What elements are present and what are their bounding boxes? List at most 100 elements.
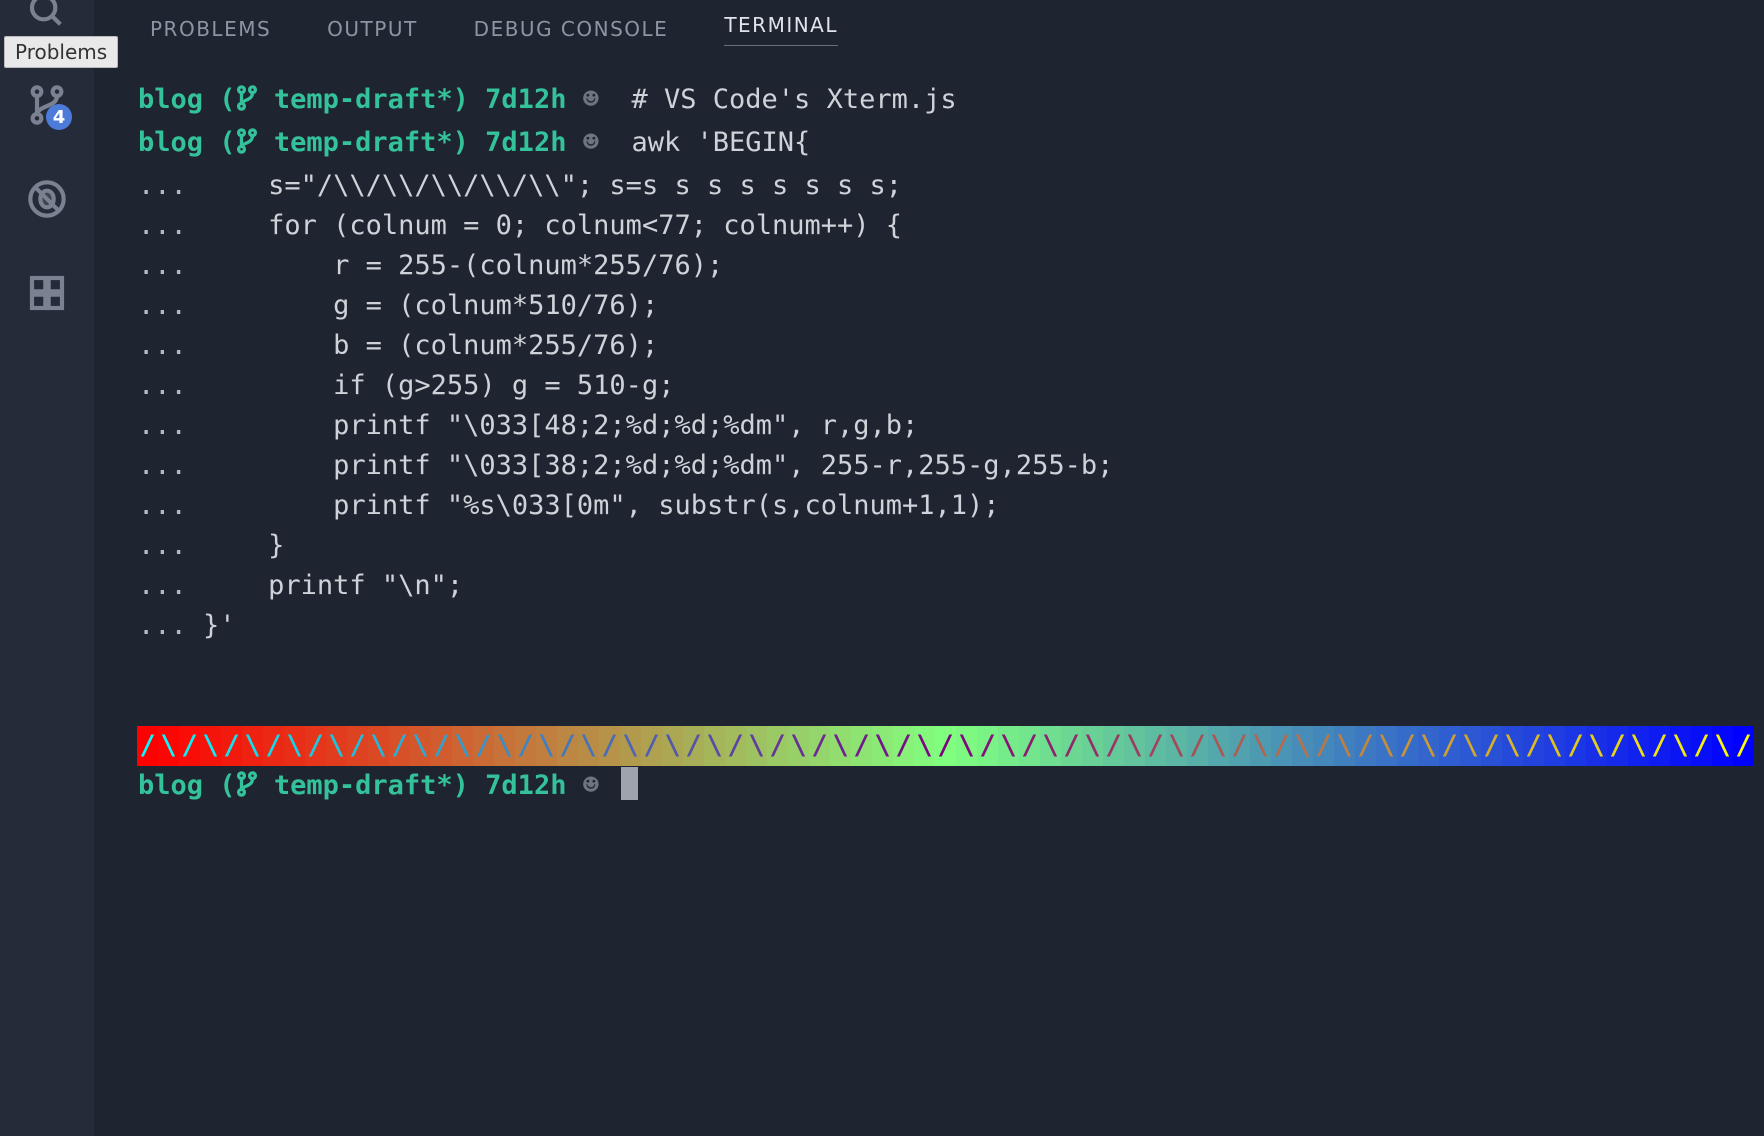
gradient-cell: /	[431, 726, 452, 766]
gradient-cell: \	[830, 726, 851, 766]
terminal-line: s="/\\/\\/\\/\\/\\"; s=s s s s s s s s;	[203, 170, 902, 201]
gradient-cell: /	[1733, 726, 1754, 766]
gradient-cell: /	[515, 726, 536, 766]
prompt-branch: temp-draft*	[274, 770, 453, 801]
gradient-cell: \	[284, 726, 305, 766]
gradient-cell: /	[137, 726, 158, 766]
bottom-panel: PROBLEMS OUTPUT DEBUG CONSOLE TERMINAL b…	[94, 0, 1764, 1136]
gradient-cell: \	[200, 726, 221, 766]
gradient-cell: /	[1481, 726, 1502, 766]
gradient-cell: /	[1439, 726, 1460, 766]
gradient-cell: /	[851, 726, 872, 766]
gradient-cell: /	[1649, 726, 1670, 766]
git-branch-icon	[236, 126, 258, 166]
gradient-cell: \	[1250, 726, 1271, 766]
terminal-line: printf "%s\033[0m", substr(s,colnum+1,1)…	[203, 490, 1000, 521]
continuation-marker: ...	[138, 250, 187, 281]
gradient-cell: /	[977, 726, 998, 766]
gradient-cell: /	[683, 726, 704, 766]
activity-bar: Problems 4	[0, 0, 94, 1136]
continuation-marker: ...	[138, 170, 187, 201]
gradient-cell: \	[1712, 726, 1733, 766]
gradient-cell: /	[1271, 726, 1292, 766]
gradient-cell: \	[1418, 726, 1439, 766]
truecolor-gradient-output: /\/\/\/\/\/\/\/\/\/\/\/\/\/\/\/\/\/\/\/\…	[137, 726, 1764, 766]
gradient-cell: /	[557, 726, 578, 766]
gradient-cell: \	[452, 726, 473, 766]
gradient-cell: /	[221, 726, 242, 766]
prompt-face-icon: ☻	[583, 84, 599, 115]
terminal-line: }'	[203, 610, 236, 641]
prompt-time: 7d12h	[485, 127, 566, 158]
terminal-line: r = 255-(colnum*255/76);	[203, 250, 723, 281]
continuation-marker: ...	[138, 610, 187, 641]
terminal-output[interactable]: blog ( temp-draft*) 7d12h ☻ # VS Code's …	[94, 52, 1764, 1136]
continuation-marker: ...	[138, 530, 187, 561]
gradient-cell: /	[935, 726, 956, 766]
tab-problems[interactable]: PROBLEMS	[150, 17, 271, 41]
gradient-cell: /	[263, 726, 284, 766]
tab-output[interactable]: OUTPUT	[327, 17, 418, 41]
gradient-cell: /	[389, 726, 410, 766]
gradient-cell: \	[578, 726, 599, 766]
prompt-face-icon: ☻	[583, 127, 599, 158]
terminal-line: for (colnum = 0; colnum<77; colnum++) {	[203, 210, 902, 241]
gradient-cell: \	[746, 726, 767, 766]
gradient-cell: /	[305, 726, 326, 766]
gradient-cell: /	[1313, 726, 1334, 766]
gradient-cell: /	[1355, 726, 1376, 766]
gradient-cell: /	[767, 726, 788, 766]
gradient-cell: /	[641, 726, 662, 766]
prompt-dir: blog	[138, 84, 203, 115]
prompt-dir: blog	[138, 127, 203, 158]
gradient-cell: \	[788, 726, 809, 766]
gradient-cell: /	[725, 726, 746, 766]
extensions-activity-icon[interactable]	[0, 246, 94, 340]
gradient-cell: \	[1544, 726, 1565, 766]
gradient-cell: \	[1670, 726, 1691, 766]
prompt-time: 7d12h	[485, 770, 566, 801]
gradient-cell: \	[872, 726, 893, 766]
gradient-cell: /	[347, 726, 368, 766]
gradient-cell: /	[1607, 726, 1628, 766]
gradient-cell: /	[893, 726, 914, 766]
gradient-cell: \	[704, 726, 725, 766]
gradient-cell: /	[1229, 726, 1250, 766]
continuation-marker: ...	[138, 450, 187, 481]
gradient-cell: \	[536, 726, 557, 766]
gradient-cell: \	[914, 726, 935, 766]
gradient-cell: /	[1691, 726, 1712, 766]
gradient-cell: /	[1103, 726, 1124, 766]
debug-activity-icon[interactable]	[0, 152, 94, 246]
terminal-line: b = (colnum*255/76);	[203, 330, 658, 361]
gradient-cell: \	[410, 726, 431, 766]
gradient-cell: \	[1586, 726, 1607, 766]
source-control-activity-icon[interactable]: 4	[0, 58, 94, 152]
gradient-cell: \	[494, 726, 515, 766]
gradient-cell: \	[1628, 726, 1649, 766]
continuation-marker: ...	[138, 410, 187, 441]
tab-debug-console[interactable]: DEBUG CONSOLE	[474, 17, 669, 41]
gradient-cell: /	[1061, 726, 1082, 766]
gradient-cell: \	[1334, 726, 1355, 766]
terminal-line: printf "\033[48;2;%d;%d;%dm", r,g,b;	[203, 410, 918, 441]
gradient-cell: /	[809, 726, 830, 766]
prompt-face-icon: ☻	[583, 770, 599, 801]
gradient-cell: /	[1187, 726, 1208, 766]
gradient-cell: /	[1019, 726, 1040, 766]
terminal-cursor	[621, 767, 638, 800]
gradient-cell: \	[242, 726, 263, 766]
continuation-marker: ...	[138, 570, 187, 601]
tab-terminal[interactable]: TERMINAL	[724, 13, 838, 46]
terminal-line: printf "\033[38;2;%d;%d;%dm", 255-r,255-…	[203, 450, 1113, 481]
terminal-cmd-1: # VS Code's Xterm.js	[632, 84, 957, 115]
gradient-cell: \	[1502, 726, 1523, 766]
gradient-cell: /	[1145, 726, 1166, 766]
prompt-branch: temp-draft*	[274, 127, 453, 158]
continuation-marker: ...	[138, 290, 187, 321]
terminal-line: g = (colnum*510/76);	[203, 290, 658, 321]
prompt-branch: temp-draft*	[274, 84, 453, 115]
gradient-cell: \	[1208, 726, 1229, 766]
gradient-cell: \	[620, 726, 641, 766]
gradient-cell: /	[1523, 726, 1544, 766]
